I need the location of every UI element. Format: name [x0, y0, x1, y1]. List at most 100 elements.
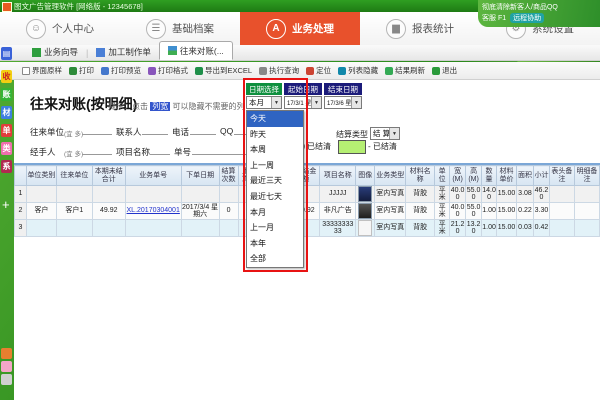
table-cell: [549, 186, 574, 203]
nav-item-personal[interactable]: ☺ 个人中心: [0, 12, 120, 45]
subtab-label: 往来对账(...: [180, 45, 224, 57]
export-excel-button[interactable]: 导出到EXCEL: [195, 65, 252, 76]
col-header[interactable]: 单位: [435, 166, 450, 186]
dropdown-item[interactable]: 全部: [247, 251, 303, 267]
table-cell: 46.20: [533, 186, 549, 203]
table-cell: 55.00: [466, 186, 482, 203]
table-row: 1JJJJJ室内写真背胶平米40.0055.0014.0015.003.0846…: [15, 186, 600, 203]
sidebar-tab-6[interactable]: 系: [1, 160, 12, 173]
dropdown-item[interactable]: 昨天: [247, 127, 303, 143]
table-cell: [125, 186, 181, 203]
nav-item-business[interactable]: A 业务处理: [240, 12, 360, 45]
end-date-combo[interactable]: 17/3/6 星期一 ▼: [324, 96, 362, 109]
table-cell: 室内写真: [375, 203, 406, 220]
exit-button[interactable]: 退出: [432, 65, 457, 76]
end-date-header: 结束日期: [324, 83, 362, 95]
col-header[interactable]: 项目名称: [320, 166, 356, 186]
chevron-down-icon: ▼: [351, 97, 361, 108]
table-cell: 0: [219, 203, 238, 220]
sidebar-tab-5[interactable]: 类: [1, 142, 12, 155]
col-header[interactable]: 小计: [533, 166, 549, 186]
user-icon: ☺: [26, 19, 46, 39]
col-header[interactable]: 宽(M): [450, 166, 466, 186]
locate-button[interactable]: 定位: [306, 65, 331, 76]
subtab-label: 加工制作单: [108, 46, 151, 58]
settle-type-combo[interactable]: 结 算 ▼: [370, 127, 400, 140]
sidebar-tab-4[interactable]: 单: [1, 124, 12, 137]
search-button[interactable]: 执行查询: [259, 65, 299, 76]
dropdown-item[interactable]: 最近七天: [247, 189, 303, 205]
dropdown-item[interactable]: 上一周: [247, 158, 303, 174]
col-header[interactable]: 本期未结合计: [92, 166, 125, 186]
print-format-button[interactable]: 打印格式: [148, 65, 188, 76]
locate-icon: [306, 67, 314, 75]
col-header[interactable]: 明细备注: [574, 166, 599, 186]
nav-label: 业务处理: [292, 21, 334, 36]
col-header[interactable]: 业务单号: [125, 166, 181, 186]
sidebar-tab-1[interactable]: 收: [1, 70, 12, 83]
row-number[interactable]: 2: [15, 203, 27, 220]
sidebar-bottom-tab-3[interactable]: [1, 374, 12, 385]
dropdown-item[interactable]: 本年: [247, 236, 303, 252]
contact-label: 联系人: [116, 126, 142, 138]
date-range-combo[interactable]: 本月 ▼: [246, 96, 282, 109]
start-date-combo[interactable]: 17/3/1 星期三 ▼: [284, 96, 322, 109]
subtab-wizard[interactable]: 业务向导: [24, 44, 86, 60]
dropdown-item[interactable]: 本月: [247, 205, 303, 221]
sidebar-tab-3[interactable]: 材: [1, 106, 12, 119]
col-header[interactable]: 结算次数: [219, 166, 238, 186]
col-header[interactable]: 图像: [356, 166, 375, 186]
remote-assist-button[interactable]: 远程协助: [510, 13, 544, 23]
col-header[interactable]: 面积: [517, 166, 534, 186]
print-button[interactable]: 打印: [69, 65, 94, 76]
dropdown-item[interactable]: 今天: [247, 111, 303, 127]
service-label[interactable]: 客服 F1: [482, 13, 506, 23]
dropdown-item[interactable]: 本周: [247, 142, 303, 158]
col-header[interactable]: 单位类别: [26, 166, 56, 186]
refresh-button[interactable]: 结果刷新: [385, 65, 425, 76]
dock-icon[interactable]: ▤: [1, 47, 12, 60]
handler-input[interactable]: [82, 144, 112, 155]
table-cell: 21.20: [450, 220, 466, 237]
toolbar-button-label: 执行查询: [269, 65, 299, 76]
col-header[interactable]: 数量: [482, 166, 497, 186]
col-header[interactable]: 下单日期: [181, 166, 219, 186]
table-cell: [356, 203, 375, 220]
table-row: 33333333333室内写真背胶平米21.2013.201.0015.000.…: [15, 220, 600, 237]
print-preview-button[interactable]: 打印预览: [101, 65, 141, 76]
phone-input[interactable]: [190, 124, 216, 135]
project-input[interactable]: [150, 144, 170, 155]
expand-plus-handle[interactable]: +: [2, 197, 10, 212]
col-header[interactable]: 业务类型: [375, 166, 406, 186]
sidebar-tab-2[interactable]: 账: [1, 88, 12, 101]
col-header[interactable]: 材料名称: [406, 166, 435, 186]
sidebar-strip: ▤ + 收账材单类系: [0, 45, 14, 400]
restore-layout-button[interactable]: 界面原样: [22, 65, 62, 76]
table-cell: 15.00: [497, 203, 517, 220]
table-cell: [219, 186, 238, 203]
hint-link[interactable]: 列宽: [150, 102, 170, 111]
row-number[interactable]: 3: [15, 220, 27, 237]
sidebar-bottom-tab-2[interactable]: [1, 361, 12, 372]
subtab-reconciliation[interactable]: 往来对账(...: [159, 41, 233, 60]
export-excel-icon: [195, 67, 203, 75]
hide-list-button[interactable]: 列表隐藏: [338, 65, 378, 76]
subtab-bar: 业务向导 | 加工制作单 往来对账(...: [0, 45, 600, 61]
dropdown-item[interactable]: 上一月: [247, 220, 303, 236]
wizard-icon: [32, 48, 41, 57]
thumbnail-image: [358, 186, 372, 202]
partner-input[interactable]: [82, 124, 112, 135]
sidebar-bottom-tab-1[interactable]: [1, 348, 12, 359]
col-header[interactable]: 材料单价: [497, 166, 517, 186]
contact-input[interactable]: [142, 124, 168, 135]
orderno-label: 单号: [174, 146, 191, 158]
dropdown-item[interactable]: 最近三天: [247, 173, 303, 189]
order-number-link[interactable]: XL.20170304001: [127, 207, 180, 214]
col-header[interactable]: 表头备注: [549, 166, 574, 186]
table-cell: [574, 220, 599, 237]
row-number[interactable]: 1: [15, 186, 27, 203]
nav-item-reports[interactable]: ▆ 报表统计: [360, 12, 480, 45]
col-header[interactable]: 高(M): [466, 166, 482, 186]
col-header[interactable]: 往来单位: [56, 166, 92, 186]
subtab-processing-order[interactable]: 加工制作单: [88, 44, 159, 60]
